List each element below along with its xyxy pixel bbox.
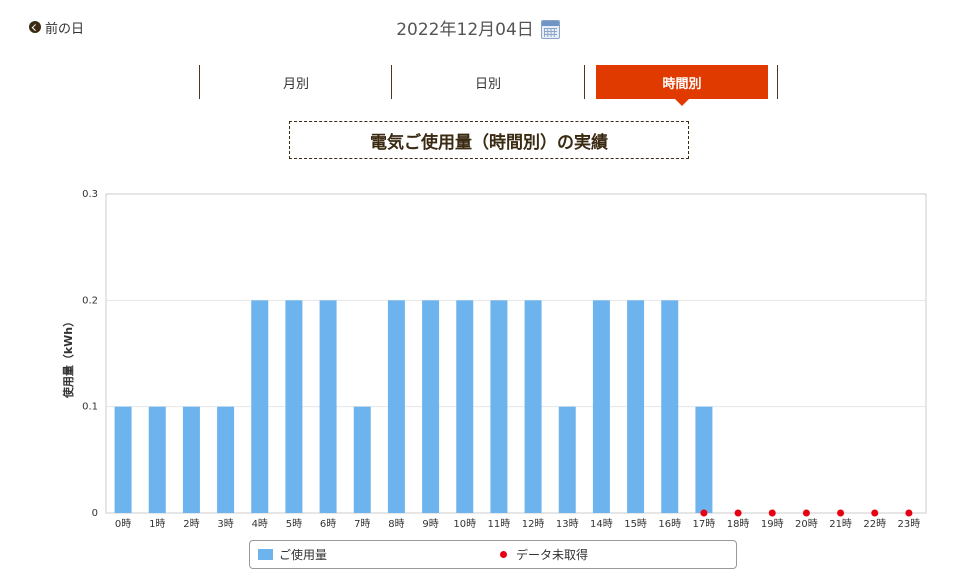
bar: [217, 406, 235, 513]
x-tick-label: 16時: [658, 518, 681, 530]
missing-marker: [871, 509, 879, 517]
tab-daily[interactable]: 日別: [391, 65, 584, 99]
chart-title: 電気ご使用量（時間別）の実績: [289, 121, 689, 159]
chart-legend: ご使用量 データ未取得: [249, 540, 737, 569]
legend-usage-swatch: [258, 549, 273, 560]
x-tick-label: 15時: [624, 518, 647, 530]
missing-marker: [802, 509, 810, 517]
x-tick-label: 13時: [556, 518, 579, 530]
bar: [456, 300, 474, 513]
bar: [422, 300, 440, 513]
x-tick-label: 7時: [354, 518, 370, 530]
x-tick-label: 2時: [183, 518, 199, 530]
x-tick-label: 0時: [115, 518, 131, 530]
bar: [182, 406, 200, 513]
x-tick-label: 19時: [761, 518, 784, 530]
tab-monthly-label: 月別: [282, 76, 309, 92]
legend-usage-label: ご使用量: [279, 548, 328, 562]
x-tick-label: 3時: [217, 518, 233, 530]
tab-daily-label: 日別: [474, 76, 501, 92]
bar: [592, 300, 610, 513]
x-tick-label: 14時: [590, 518, 613, 530]
date-header: 2022年12月04日: [0, 12, 956, 42]
x-tick-label: 17時: [693, 518, 716, 530]
legend-usage[interactable]: ご使用量: [258, 541, 327, 568]
y-tick-label: 0.1: [82, 402, 98, 413]
bar: [353, 406, 371, 513]
y-tick-label: 0: [92, 508, 98, 519]
legend-missing[interactable]: データ未取得: [500, 541, 588, 568]
x-tick-label: 20時: [795, 518, 818, 530]
legend-missing-marker: [500, 551, 507, 558]
bar: [319, 300, 337, 513]
bar: [695, 406, 713, 513]
x-tick-label: 1時: [149, 518, 165, 530]
calendar-icon[interactable]: [540, 20, 560, 39]
x-tick-label: 6時: [320, 518, 336, 530]
bar: [558, 406, 576, 513]
y-tick-labels: 0 0.1 0.2 0.3: [82, 189, 98, 519]
bar: [285, 300, 303, 513]
missing-marker: [768, 509, 776, 517]
period-tabs: 月別 日別 時間別: [199, 65, 779, 106]
x-tick-label: 18時: [727, 518, 750, 530]
x-tick-labels: 0時 1時 2時 3時 4時 5時 6時 7時 8時 9時 10時 11時 12時 13時 14時 15時 16…: [115, 518, 920, 530]
x-tick-label: 4時: [252, 518, 268, 530]
bar: [387, 300, 405, 513]
x-tick-label: 11時: [488, 518, 511, 530]
y-tick-label: 0.2: [82, 295, 98, 306]
bar: [490, 300, 508, 513]
x-tick-label: 21時: [829, 518, 852, 530]
x-tick-label: 22時: [863, 518, 886, 530]
current-date: 2022年12月04日: [396, 19, 534, 40]
tab-hourly[interactable]: 時間別: [584, 65, 778, 106]
usage-bar-chart: 0 0.1 0.2 0.3 0時 1時 2時 3時 4時 5時 6時 7時 8時 9時 10時 11時 12時…: [61, 189, 927, 530]
tab-hourly-label: 時間別: [596, 65, 768, 106]
missing-marker: [905, 509, 913, 517]
tab-monthly[interactable]: 月別: [199, 65, 392, 99]
x-tick-label: 5時: [286, 518, 302, 530]
bar: [661, 300, 679, 513]
bar: [627, 300, 645, 513]
y-tick-label: 0.3: [82, 189, 98, 200]
bar: [114, 406, 132, 513]
legend-missing-label: データ未取得: [516, 548, 589, 562]
x-tick-label: 8時: [388, 518, 404, 530]
missing-marker: [837, 509, 845, 517]
y-axis-label: 使用量（kWh）: [61, 316, 75, 399]
missing-marker: [700, 509, 708, 517]
x-tick-label: 12時: [522, 518, 545, 530]
bar: [524, 300, 542, 513]
bar: [251, 300, 269, 513]
missing-marker: [734, 509, 742, 517]
bar: [148, 406, 166, 513]
x-tick-label: 10時: [453, 518, 476, 530]
x-tick-label: 9時: [422, 518, 438, 530]
x-tick-label: 23時: [898, 518, 921, 530]
